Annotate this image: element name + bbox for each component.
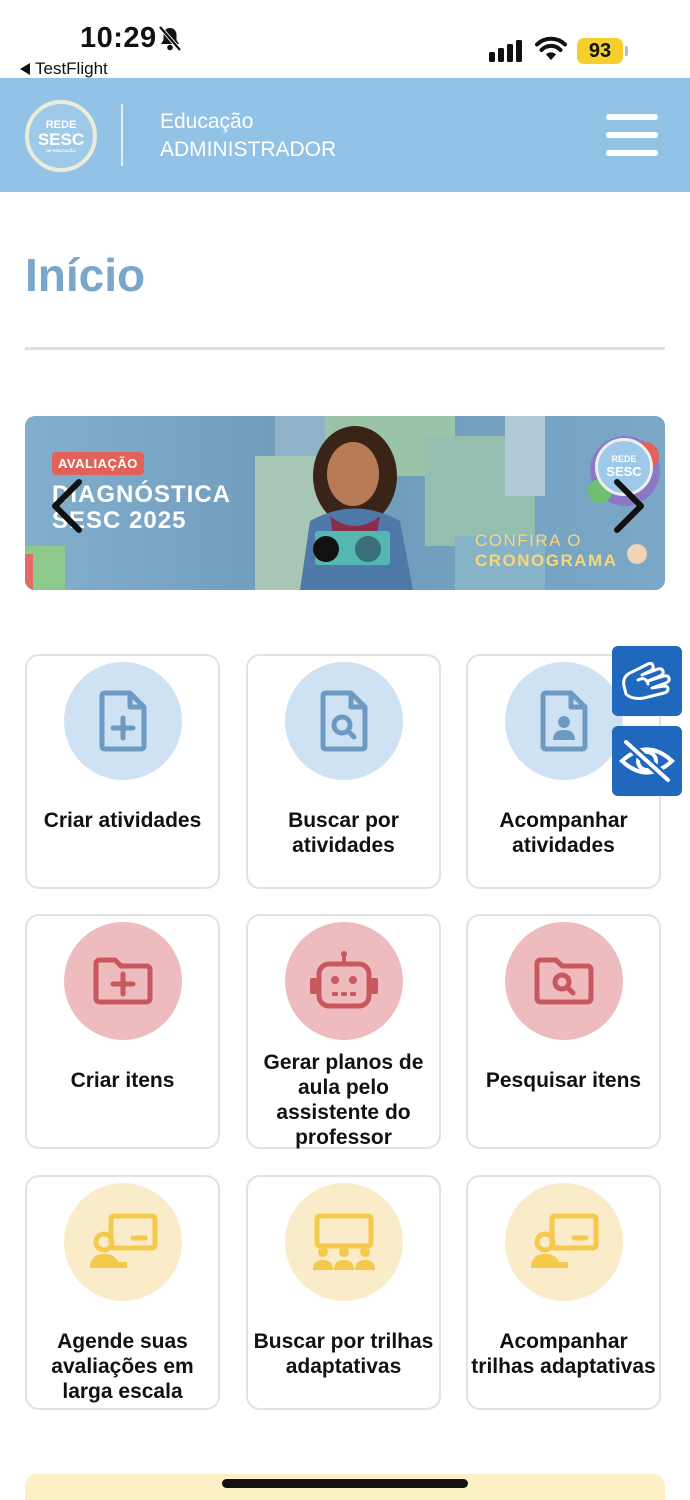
robot-icon (310, 951, 378, 1009)
card-criar-atividades[interactable]: Criar atividades (25, 654, 220, 889)
wifi-icon (535, 36, 567, 60)
card-label: Criar atividades (43, 809, 202, 832)
card-acompanhar-trilhas[interactable]: Acompanhar trilhas adaptativas (466, 1175, 661, 1410)
card-icon-circle (285, 1183, 403, 1301)
card-icon-circle (285, 662, 403, 780)
hamburger-menu-icon[interactable] (606, 112, 658, 158)
eye-slash-icon (619, 738, 675, 784)
status-time: 10:29 (80, 22, 157, 54)
folder-plus-icon (93, 957, 153, 1005)
teacher-board-icon (90, 1213, 158, 1268)
title-divider (25, 347, 665, 350)
card-icon-circle (505, 662, 623, 780)
low-vision-button[interactable] (612, 726, 682, 796)
status-bar: 10:29 TestFlight 93 (0, 0, 690, 78)
card-label: Agende suas avaliações em larga escala (51, 1330, 194, 1403)
card-icon-circle (505, 1183, 623, 1301)
card-label: Buscar por trilhas adaptativas (253, 1330, 434, 1378)
card-criar-itens[interactable]: Criar itens (25, 914, 220, 1149)
app-header: REDE SESC DE EDUCAÇÃO Educação ADMINISTR… (0, 78, 690, 192)
logo-line2: SESC (37, 129, 85, 149)
home-indicator (222, 1479, 468, 1488)
card-label: Buscar por atividades (288, 809, 399, 857)
carousel-dot[interactable] (355, 536, 381, 562)
carousel-banner[interactable]: REDE SESC AVALIAÇÃO DIAGNÓSTICA SESC 202… (25, 416, 665, 590)
file-user-icon (540, 690, 588, 752)
sign-language-button[interactable] (612, 646, 682, 716)
card-icon-circle (64, 1183, 182, 1301)
card-label: Pesquisar itens (485, 1069, 642, 1092)
header-divider (121, 104, 123, 166)
card-pesquisar-itens[interactable]: Pesquisar itens (466, 914, 661, 1149)
card-icon-circle (505, 922, 623, 1040)
back-arrow-icon (20, 63, 30, 75)
banner-cta: CONFIRA O CRONOGRAMA (475, 531, 618, 571)
header-subtitle: Educação (160, 110, 254, 133)
chevron-left-icon[interactable] (45, 476, 89, 536)
chevron-right-icon[interactable] (607, 476, 651, 536)
card-icon-circle (285, 922, 403, 1040)
logo-line1: REDE (45, 118, 77, 131)
card-label: Gerar planos de aula pelo assistente do … (263, 1051, 424, 1149)
logo-line3: DE EDUCAÇÃO (46, 147, 76, 153)
banner-cta-line2: CRONOGRAMA (475, 551, 618, 570)
card-label: Acompanhar atividades (499, 809, 628, 857)
file-search-icon (320, 690, 368, 752)
card-agende-avaliacoes[interactable]: Agende suas avaliações em larga escala (25, 1175, 220, 1410)
rede-sesc-logo[interactable]: REDE SESC DE EDUCAÇÃO (25, 100, 97, 172)
card-icon-circle (64, 922, 182, 1040)
file-plus-icon (99, 690, 147, 752)
battery-icon: 93 (577, 38, 623, 64)
folder-search-icon (534, 957, 594, 1005)
back-app-label: TestFlight (35, 59, 108, 78)
card-buscar-trilhas[interactable]: Buscar por trilhas adaptativas (246, 1175, 441, 1410)
signal-icon (489, 40, 522, 62)
teacher-board-icon (531, 1213, 599, 1268)
banner-cta-line1: CONFIRA O (475, 531, 583, 550)
card-label: Criar itens (70, 1069, 175, 1092)
classroom-icon (313, 1213, 375, 1270)
back-to-testflight[interactable]: TestFlight (20, 59, 108, 79)
card-gerar-planos[interactable]: Gerar planos de aula pelo assistente do … (246, 914, 441, 1149)
card-buscar-atividades[interactable]: Buscar por atividades (246, 654, 441, 889)
card-label: Acompanhar trilhas adaptativas (471, 1330, 656, 1378)
sign-language-icon (622, 661, 671, 700)
page-title: Início (25, 249, 146, 301)
card-icon-circle (64, 662, 182, 780)
header-role: ADMINISTRADOR (160, 138, 337, 161)
banner-badge: AVALIAÇÃO (52, 452, 144, 475)
header-text: Educação ADMINISTRADOR (160, 108, 336, 164)
bell-slash-icon (158, 26, 182, 52)
battery-tip (625, 46, 628, 56)
carousel-dot-active[interactable] (313, 536, 339, 562)
